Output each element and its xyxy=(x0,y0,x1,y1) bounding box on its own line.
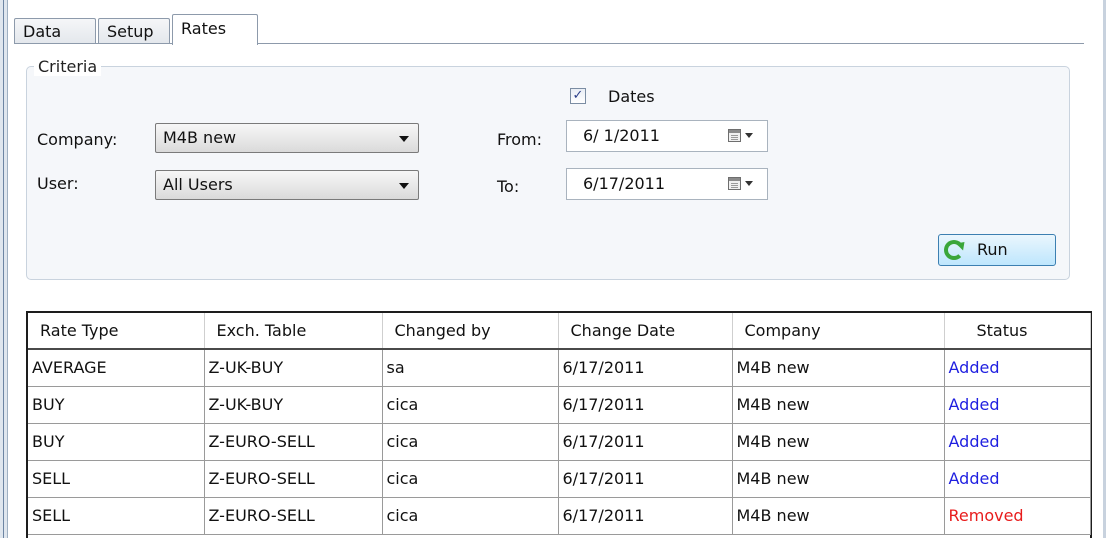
cell-exch-table: Z-UK-BUY xyxy=(203,349,383,387)
table-row[interactable]: BUY Z-EURO-SELL cica 6/17/2011 M4B new A… xyxy=(28,423,1091,461)
refresh-icon xyxy=(944,240,964,260)
cell-rate-type: SELL xyxy=(28,460,205,498)
cell-exch-table: Z-EURO-SELL xyxy=(203,460,383,498)
cell-change-date: 6/17/2011 xyxy=(557,497,733,535)
criteria-legend: Criteria xyxy=(34,58,102,76)
chevron-down-icon xyxy=(745,133,753,138)
cell-company: M4B new xyxy=(731,386,945,424)
column-header-change-date[interactable]: Change Date xyxy=(558,313,733,350)
cell-exch-table: Z-EURO-SELL xyxy=(203,497,383,535)
dates-checkbox[interactable]: ✓ xyxy=(570,88,586,104)
tab-data[interactable]: Data xyxy=(14,18,96,44)
column-header-changed-by[interactable]: Changed by xyxy=(382,313,559,350)
user-label: User: xyxy=(37,174,79,193)
table-row[interactable]: SELL Z-EURO-SELL cica 6/17/2011 M4B new … xyxy=(28,460,1091,498)
cell-company: M4B new xyxy=(731,497,945,535)
tab-setup[interactable]: Setup xyxy=(98,18,170,44)
calendar-icon xyxy=(728,129,741,142)
tab-rates-label: Rates xyxy=(181,19,227,38)
to-date-picker[interactable]: 6/17/2011 xyxy=(566,168,768,200)
run-button[interactable]: Run xyxy=(938,234,1056,266)
to-label: To: xyxy=(497,177,520,196)
tab-strip: Data Setup Rates xyxy=(14,14,1084,45)
from-date-value: 6/ 1/2011 xyxy=(583,126,660,145)
tab-rates[interactable]: Rates xyxy=(172,14,258,45)
cell-exch-table: Z-EURO-SELL xyxy=(203,423,383,461)
cell-company: M4B new xyxy=(731,349,945,387)
cell-changed-by: cica xyxy=(381,460,559,498)
cell-status: Removed xyxy=(943,497,1091,535)
cell-change-date: 6/17/2011 xyxy=(557,349,733,387)
to-date-value: 6/17/2011 xyxy=(583,174,666,193)
cell-changed-by: cica xyxy=(381,386,559,424)
table-row[interactable]: SELL Z-EURO-SELL cica 6/17/2011 M4B new … xyxy=(28,497,1091,535)
run-button-label: Run xyxy=(977,240,1008,259)
chevron-down-icon xyxy=(399,183,409,189)
results-grid: Rate Type Exch. Table Changed by Change … xyxy=(26,311,1092,538)
user-select-value: All Users xyxy=(163,175,233,194)
from-label: From: xyxy=(497,130,543,149)
tab-data-label: Data xyxy=(23,22,62,41)
chevron-down-icon xyxy=(745,181,753,186)
calendar-icon xyxy=(728,177,741,190)
table-header-row: Rate Type Exch. Table Changed by Change … xyxy=(28,313,1091,350)
cell-changed-by: cica xyxy=(381,423,559,461)
column-header-rate-type[interactable]: Rate Type xyxy=(28,313,205,350)
column-header-company[interactable]: Company xyxy=(732,313,945,350)
results-table: Rate Type Exch. Table Changed by Change … xyxy=(28,313,1091,535)
column-header-exch-table[interactable]: Exch. Table xyxy=(204,313,383,350)
cell-company: M4B new xyxy=(731,423,945,461)
cell-status: Added xyxy=(943,423,1091,461)
dates-checkbox-label: Dates xyxy=(608,87,655,106)
cell-company: M4B new xyxy=(731,460,945,498)
cell-rate-type: SELL xyxy=(28,497,205,535)
user-select[interactable]: All Users xyxy=(155,170,419,200)
cell-changed-by: cica xyxy=(381,497,559,535)
cell-change-date: 6/17/2011 xyxy=(557,460,733,498)
cell-rate-type: BUY xyxy=(28,386,205,424)
company-select[interactable]: M4B new xyxy=(155,123,419,153)
chevron-down-icon xyxy=(399,136,409,142)
table-row[interactable]: AVERAGE Z-UK-BUY sa 6/17/2011 M4B new Ad… xyxy=(28,349,1091,387)
window-left-border xyxy=(0,0,8,538)
cell-status: Added xyxy=(943,349,1091,387)
from-date-picker[interactable]: 6/ 1/2011 xyxy=(566,120,768,152)
tab-setup-label: Setup xyxy=(107,22,154,41)
column-header-status[interactable]: Status xyxy=(944,313,1091,350)
cell-change-date: 6/17/2011 xyxy=(557,423,733,461)
company-select-value: M4B new xyxy=(163,128,237,147)
cell-rate-type: AVERAGE xyxy=(28,349,205,387)
cell-rate-type: BUY xyxy=(28,423,205,461)
company-label: Company: xyxy=(37,130,118,149)
cell-status: Added xyxy=(943,386,1091,424)
cell-exch-table: Z-UK-BUY xyxy=(203,386,383,424)
cell-change-date: 6/17/2011 xyxy=(557,386,733,424)
table-row[interactable]: BUY Z-UK-BUY cica 6/17/2011 M4B new Adde… xyxy=(28,386,1091,424)
cell-changed-by: sa xyxy=(381,349,559,387)
cell-status: Added xyxy=(943,460,1091,498)
